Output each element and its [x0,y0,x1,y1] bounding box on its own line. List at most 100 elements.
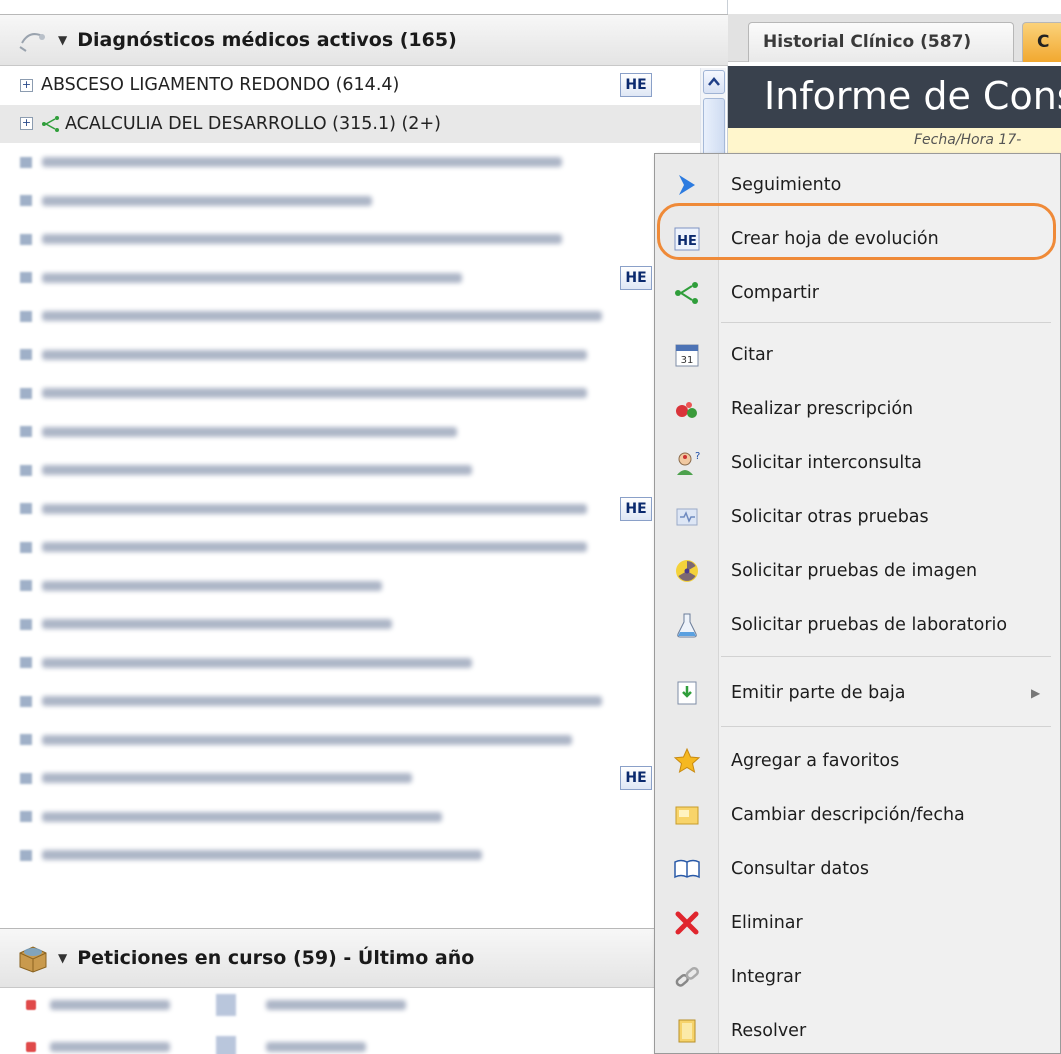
menu-item-compartir[interactable]: Compartir [655,266,1060,320]
menu-item-solicitar-interconsulta[interactable]: ? Solicitar interconsulta [655,436,1060,490]
menu-item-cambiar-descripcion-fecha[interactable]: Cambiar descripción/fecha [655,788,1060,842]
row-icon [20,156,32,168]
menu-label: Solicitar pruebas de laboratorio [731,615,1008,635]
share-icon [41,115,61,133]
menu-label: Solicitar otras pruebas [731,507,929,527]
menu-item-realizar-prescripcion[interactable]: Realizar prescripción [655,382,1060,436]
diagnosis-row[interactable] [0,374,700,413]
menu-item-solicitar-otras-pruebas[interactable]: Solicitar otras pruebas [655,490,1060,544]
pills-icon [673,395,701,423]
menu-item-solicitar-pruebas-imagen[interactable]: Solicitar pruebas de imagen [655,544,1060,598]
diagnosis-row[interactable] [0,836,700,875]
request-row[interactable] [0,988,700,1022]
diagnosis-row[interactable] [0,336,700,375]
diagnostics-section-header[interactable]: ▼ Diagnósticos médicos activos (165) [0,14,728,66]
blurred-text [42,503,587,514]
he-badge[interactable]: HE [620,265,652,290]
highlight-ring [657,203,1056,260]
menu-label: Cambiar descripción/fecha [731,805,965,825]
diagnosis-row[interactable] [0,798,700,837]
request-row[interactable] [0,1030,700,1054]
flask-icon [673,611,701,639]
menu-item-agregar-favoritos[interactable]: Agregar a favoritos [655,734,1060,788]
collapse-arrow-icon[interactable]: ▼ [58,951,67,965]
menu-label: Agregar a favoritos [731,751,900,771]
tab-active[interactable]: C [1022,22,1061,62]
menu-item-integrar[interactable]: Integrar [655,950,1060,1004]
calendar-icon: 31 [673,341,701,369]
diagnosis-row[interactable] [0,682,700,721]
report-header: Informe de Consu [728,66,1061,128]
requests-section-header[interactable]: ▼ Peticiones en curso (59) - Último año [0,928,728,988]
menu-item-resolver[interactable]: Resolver [655,1004,1060,1054]
menu-item-solicitar-pruebas-laboratorio[interactable]: Solicitar pruebas de laboratorio [655,598,1060,652]
expand-icon[interactable]: + [20,117,33,131]
blurred-text [42,234,562,245]
menu-item-eliminar[interactable]: Eliminar [655,896,1060,950]
diagnosis-row[interactable]: HE [0,259,700,298]
edit-icon [673,801,701,829]
tab-historial-clinico[interactable]: Historial Clínico (587) [748,22,1014,62]
menu-separator [721,322,1051,323]
diagnosis-row[interactable] [0,528,700,567]
document-icon [216,1036,236,1054]
diagnosis-row[interactable]: HE [0,490,700,529]
diagnosis-row[interactable] [0,220,700,259]
menu-label: Realizar prescripción [731,399,914,419]
expand-icon[interactable]: + [20,78,33,92]
star-icon [673,747,701,775]
he-badge[interactable]: HE [620,73,652,97]
he-badge[interactable]: HE [620,766,652,790]
collapse-arrow-icon[interactable]: ▼ [58,33,67,47]
menu-item-emitir-parte-baja[interactable]: Emitir parte de baja ▶ [655,666,1060,720]
blurred-text [42,580,382,591]
menu-label: Eliminar [731,913,803,933]
blurred-text [42,811,442,822]
blurred-text [42,696,602,707]
svg-text:?: ? [695,451,700,462]
diagnosis-row[interactable] [0,451,700,490]
status-dot-icon [26,1000,36,1010]
tests-icon [673,503,701,531]
diagnosis-row[interactable] [0,413,700,452]
diagnosis-row[interactable]: + ABSCESO LIGAMENTO REDONDO (614.4) HE [0,66,700,105]
row-icon [20,772,32,784]
diagnosis-row[interactable] [0,567,700,606]
row-icon [20,618,32,630]
diagnosis-row-selected[interactable]: + ACALCULIA DEL DESARROLLO (315.1) (2+) [0,104,700,143]
diagnosis-row[interactable]: HE [0,759,700,798]
delete-icon [673,909,701,937]
diagnosis-row[interactable] [0,143,700,182]
menu-label: Integrar [731,967,802,987]
blurred-text [42,734,572,745]
row-icon [20,849,32,861]
row-icon [20,541,32,553]
diagnosis-row[interactable] [0,644,700,683]
blurred-date [50,1000,170,1010]
blurred-text [42,465,472,476]
row-icon [20,233,32,245]
blurred-text [42,272,462,283]
diagnosis-row[interactable] [0,182,700,221]
blurred-text [42,657,472,668]
blurred-text [42,542,587,553]
menu-item-citar[interactable]: 31 Citar [655,328,1060,382]
blurred-text [42,773,412,784]
diagnosis-row[interactable] [0,721,700,760]
row-icon [20,272,32,284]
blurred-text [266,1042,366,1052]
blurred-text [42,195,372,206]
radiation-icon [673,557,701,585]
tabs-bar: Historial Clínico (587) C [728,14,1061,62]
row-icon [20,657,32,669]
scroll-up-button[interactable] [703,70,725,94]
row-icon [20,426,32,438]
diagnosis-row[interactable] [0,605,700,644]
diagnosis-row[interactable] [0,297,700,336]
menu-label: Seguimiento [731,175,842,195]
he-badge[interactable]: HE [620,496,652,521]
row-icon [20,195,32,207]
row-icon [20,503,32,515]
diagnosis-label: ABSCESO LIGAMENTO REDONDO (614.4) [41,75,400,96]
menu-item-consultar-datos[interactable]: Consultar datos [655,842,1060,896]
